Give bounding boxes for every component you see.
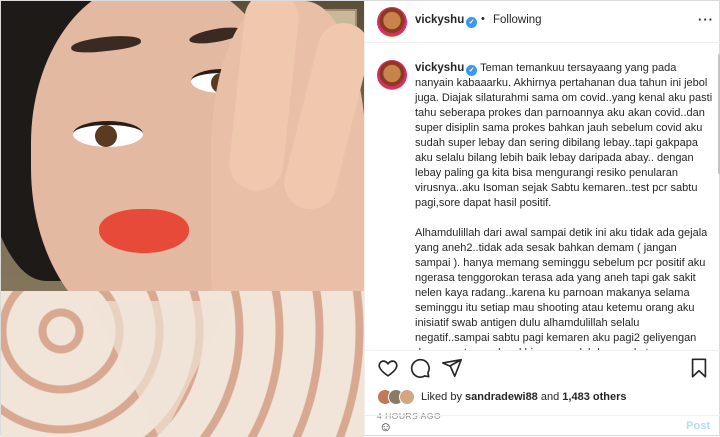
add-comment-bar: ☺ Post (365, 415, 720, 437)
caption-username[interactable]: vickyshu (415, 62, 464, 74)
comment-icon[interactable] (409, 357, 431, 379)
liked-prefix: Liked by (421, 391, 462, 403)
post-header: vickyshu ✓ • Following ··· (365, 1, 720, 43)
caption-scroll-area[interactable]: vickyshu ✓ Teman temankuu tersayaang yang… (365, 44, 720, 350)
emoji-icon[interactable]: ☺ (379, 419, 392, 434)
liked-by-text: Liked by sandradewi88 and 1,483 others (421, 391, 627, 403)
post-side-panel: vickyshu ✓ • Following ··· vickyshu ✓ Tema… (364, 1, 720, 437)
author-username-text[interactable]: vickyshu (415, 14, 464, 26)
post-dialog: vickyshu ✓ • Following ··· vickyshu ✓ Tema… (0, 0, 720, 437)
following-button[interactable]: Following (493, 14, 542, 26)
post-caption: vickyshu ✓ Teman temankuu tersayaang yang… (415, 61, 715, 350)
photo-lips (99, 209, 189, 253)
more-icon[interactable]: ··· (698, 12, 714, 27)
separator-dot: • (481, 13, 485, 25)
caption-text: Teman temankuu tersayaang yang pada nany… (415, 62, 713, 350)
share-icon[interactable] (441, 357, 463, 379)
heart-icon[interactable] (377, 357, 399, 379)
verified-icon: ✓ (466, 17, 478, 28)
liked-others-link[interactable]: 1,483 others (562, 391, 626, 403)
liker-avatar[interactable] (399, 389, 415, 405)
liked-and: and (540, 391, 560, 403)
liked-user-link[interactable]: sandradewi88 (465, 391, 538, 403)
save-icon[interactable] (688, 357, 710, 379)
photo-eye-left (73, 121, 143, 147)
post-photo[interactable] (1, 1, 364, 437)
author-username-header[interactable]: vickyshu ✓ (415, 14, 478, 28)
caption-author-avatar[interactable] (377, 60, 407, 90)
caption-verified-icon: ✓ (466, 65, 478, 76)
post-comment-button[interactable]: Post (686, 420, 710, 432)
author-avatar[interactable] (377, 7, 407, 37)
